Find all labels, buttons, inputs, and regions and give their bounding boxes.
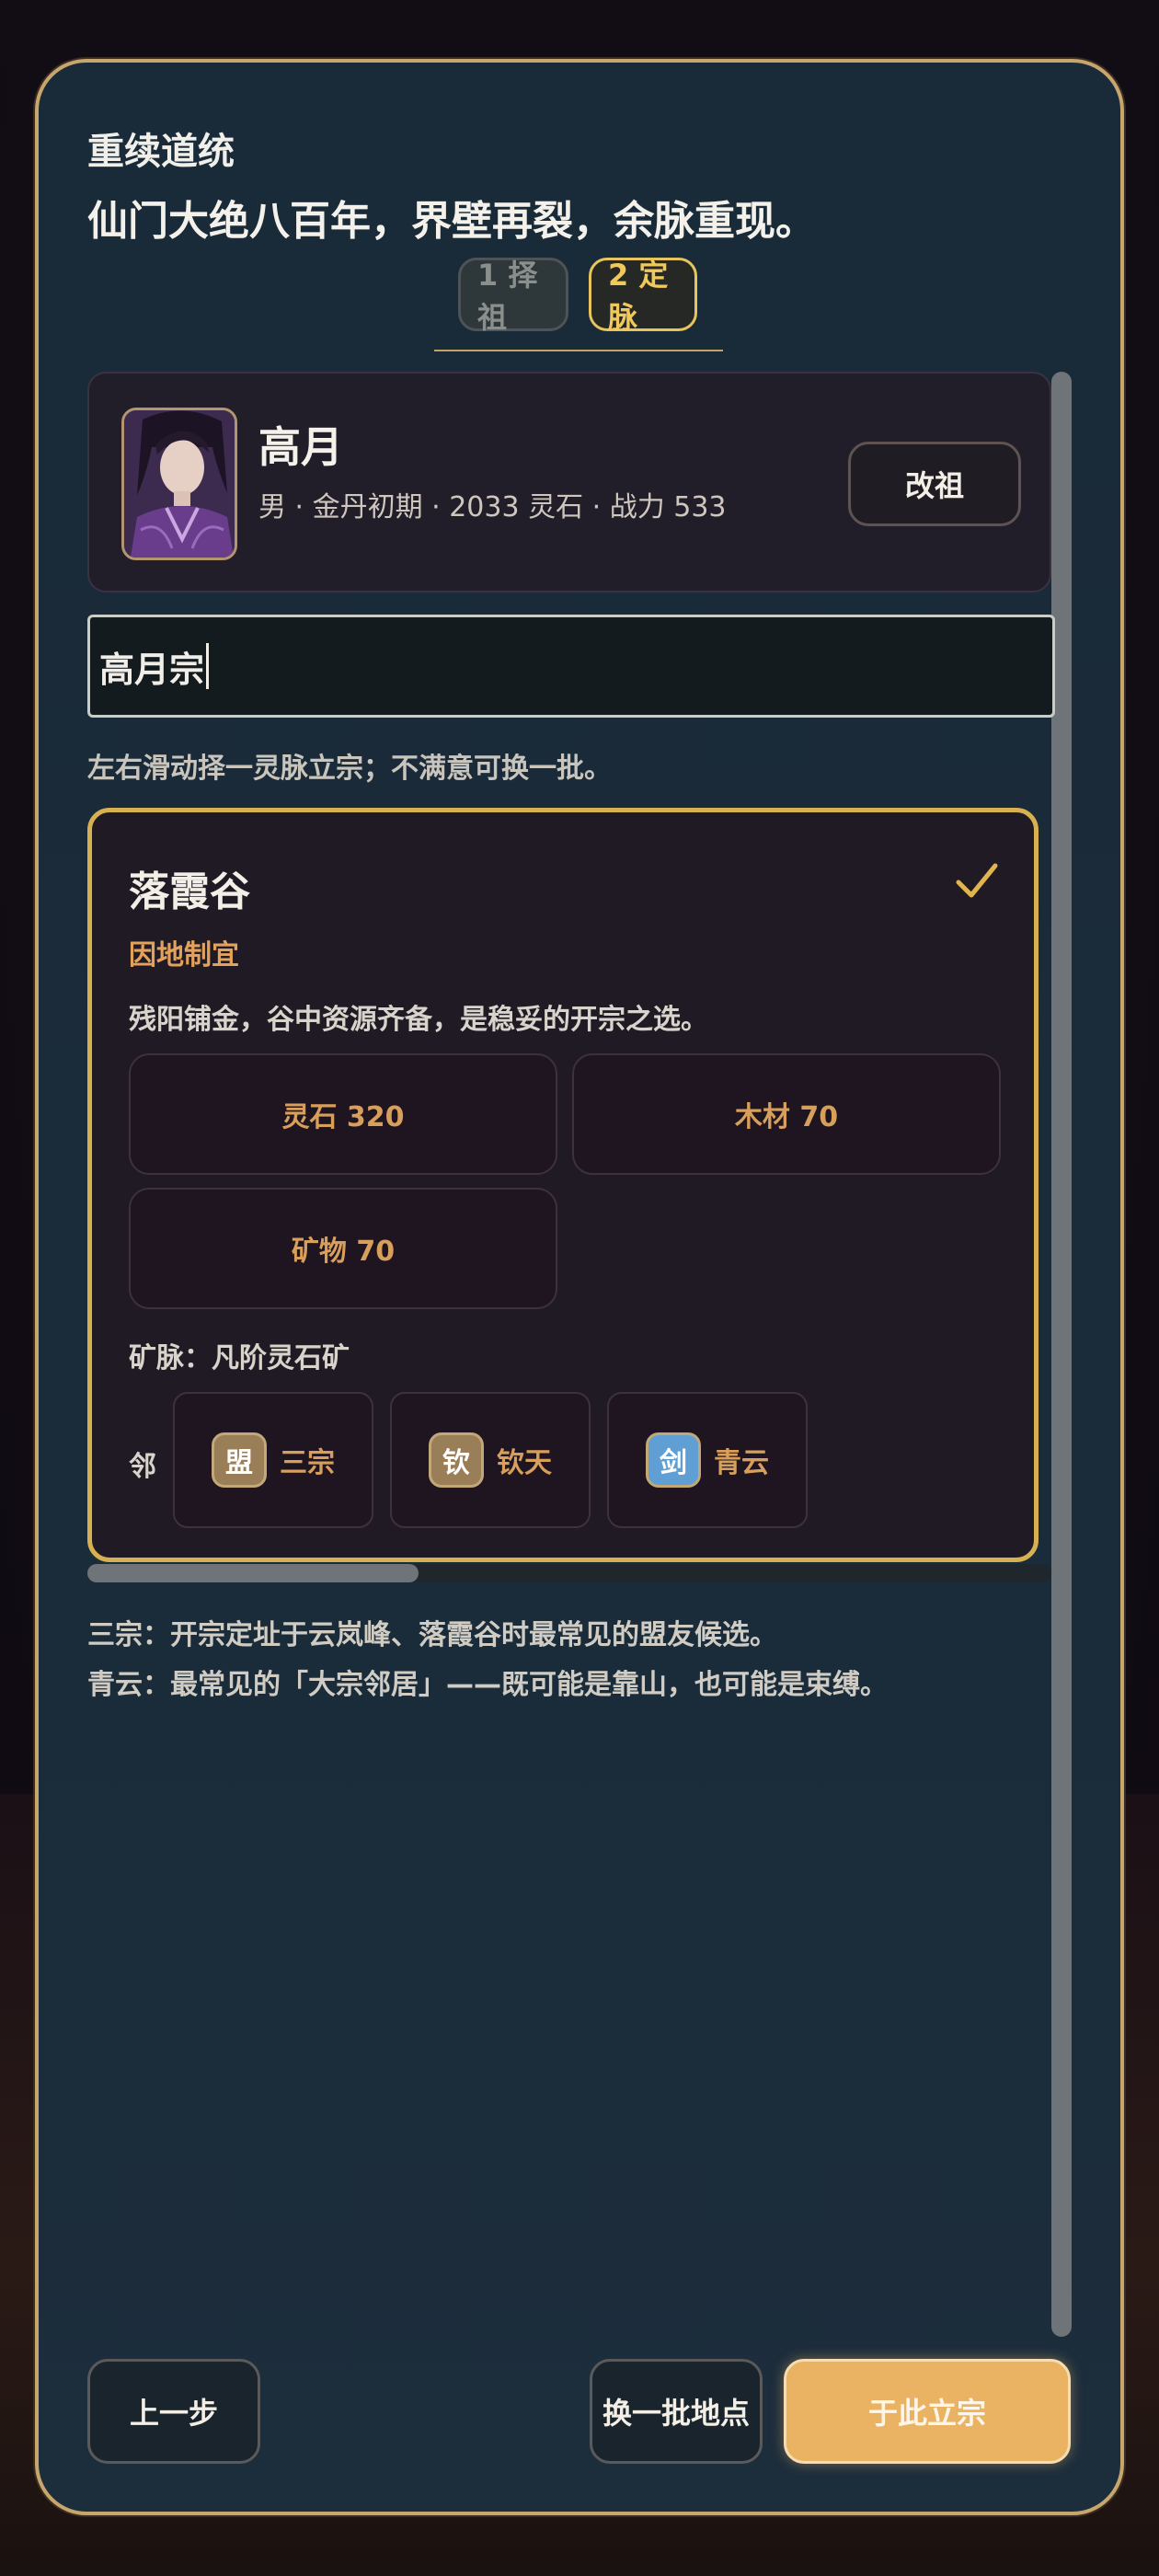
step-tab-choose-founder[interactable]: 1 择祖 bbox=[458, 258, 568, 335]
founder-info: 男 · 金丹初期 · 2033 灵石 · 战力 533 bbox=[258, 491, 727, 523]
neighbor-chip-sanzong[interactable]: 盟 三宗 bbox=[173, 1392, 373, 1528]
background-top bbox=[0, 0, 1159, 64]
resource-spirit-stone: 灵石 320 bbox=[129, 1053, 557, 1175]
neighbor-label: 邻 bbox=[129, 1451, 156, 1483]
steps-divider bbox=[434, 350, 723, 351]
site-description: 残阳铺金，谷中资源齐备，是稳妥的开宗之选。 bbox=[129, 1004, 708, 1036]
neighbor-chip-qingyun[interactable]: 剑 青云 bbox=[607, 1392, 808, 1528]
neighbor-note: 青云：最常见的「大宗邻居」——既可能是靠山，也可能是束缚。 bbox=[87, 1669, 888, 1701]
dialog-subtitle: 重续道统 bbox=[87, 131, 235, 173]
site-card[interactable]: 落霞谷 因地制宜 残阳铺金，谷中资源齐备，是稳妥的开宗之选。 灵石 320 木材… bbox=[87, 808, 1039, 1562]
horizontal-scrollbar-thumb[interactable] bbox=[87, 1564, 419, 1582]
sword-badge-icon: 剑 bbox=[646, 1432, 701, 1488]
swipe-hint: 左右滑动择一灵脉立宗；不满意可换一批。 bbox=[87, 753, 612, 785]
site-name: 落霞谷 bbox=[129, 868, 250, 915]
founder-name: 高月 bbox=[258, 422, 343, 472]
text-caret bbox=[206, 643, 210, 689]
confirm-site-button[interactable]: 于此立宗 bbox=[784, 2359, 1071, 2464]
neighbor-name: 青云 bbox=[714, 1447, 769, 1479]
resource-wood: 木材 70 bbox=[572, 1053, 1001, 1175]
alliance-badge-icon: 盟 bbox=[212, 1432, 267, 1488]
check-icon bbox=[956, 863, 998, 898]
resource-minerals: 矿物 70 bbox=[129, 1188, 557, 1309]
neighbor-chip-qintian[interactable]: 钦 钦天 bbox=[390, 1392, 591, 1528]
back-button[interactable]: 上一步 bbox=[87, 2359, 260, 2464]
site-tag: 因地制宜 bbox=[129, 939, 239, 972]
neighbor-name: 钦天 bbox=[497, 1447, 552, 1479]
step-tabs: 1 择祖 2 定脉 bbox=[458, 258, 697, 335]
founder-card: 高月 男 · 金丹初期 · 2033 灵石 · 战力 533 改祖 bbox=[87, 372, 1051, 592]
portrait-icon bbox=[121, 408, 237, 560]
sect-name-value: 高月宗 bbox=[99, 649, 205, 690]
neighbor-name: 三宗 bbox=[280, 1447, 335, 1479]
qintian-badge-icon: 钦 bbox=[429, 1432, 484, 1488]
sect-name-input[interactable]: 高月宗 bbox=[87, 615, 1055, 718]
step-tab-choose-site[interactable]: 2 定脉 bbox=[589, 258, 697, 335]
refresh-sites-button[interactable]: 换一批地点 bbox=[590, 2359, 763, 2464]
neighbor-note: 三宗：开宗定址于云岚峰、落霞谷时最常见的盟友候选。 bbox=[87, 1619, 777, 1651]
mine-vein: 矿脉：凡阶灵石矿 bbox=[129, 1342, 350, 1374]
dialog-title: 仙门大绝八百年，界壁再裂，余脉重现。 bbox=[87, 198, 816, 245]
change-founder-button[interactable]: 改祖 bbox=[848, 442, 1021, 526]
